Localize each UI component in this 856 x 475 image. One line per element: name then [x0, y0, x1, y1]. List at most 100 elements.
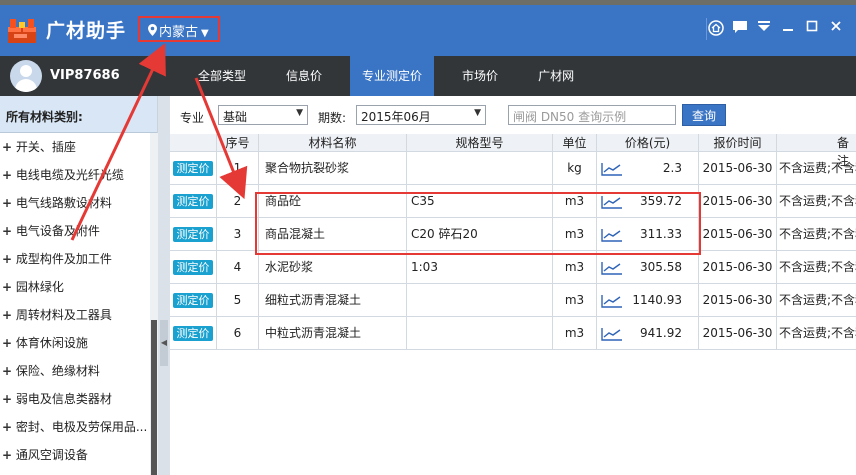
period-select[interactable]: 2015年06月 ▼: [356, 105, 486, 125]
table-row[interactable]: 测定价5细粒式沥青混凝土 m3 1140.93 2015-06-30不含运费;不含税: [170, 284, 856, 317]
sidebar-scrollbar-thumb[interactable]: [151, 320, 157, 475]
maximize-icon[interactable]: [800, 20, 824, 40]
table-row[interactable]: 测定价6中粒式沥青混凝土 m3 941.92 2015-06-30不含运费;不含税: [170, 317, 856, 350]
line-chart-icon[interactable]: [601, 162, 623, 176]
col-spec[interactable]: 规格型号: [406, 134, 552, 152]
sidebar-item[interactable]: + 通风空调设备: [0, 441, 157, 469]
col-price[interactable]: 价格(元): [596, 134, 698, 152]
status-badge[interactable]: 测定价: [173, 161, 213, 176]
sidebar-item-label: 周转材料及工器具: [15, 308, 112, 322]
expand-icon[interactable]: +: [2, 133, 12, 161]
expand-icon[interactable]: +: [2, 329, 12, 357]
title-bar: 广材助手 内蒙古 ▼: [0, 0, 856, 56]
tab-all-types[interactable]: 全部类型: [186, 56, 258, 96]
message-icon[interactable]: [728, 20, 752, 40]
line-chart-icon[interactable]: [601, 261, 623, 275]
spec-model: C20 碎石20: [406, 218, 552, 251]
sidebar-item-label: 园林绿化: [15, 280, 64, 294]
sidebar-item-label: 电气线路敷设材料: [15, 196, 112, 210]
price: 941.92: [596, 317, 698, 350]
badge-cell: 测定价: [170, 284, 216, 317]
status-badge[interactable]: 测定价: [173, 194, 213, 209]
spec-model: [406, 284, 552, 317]
table-row[interactable]: 测定价 3 商品混凝土 C20 碎石20 m3 311.33 2015-06-30 不含运费;…: [170, 218, 856, 251]
expand-icon[interactable]: +: [2, 385, 12, 413]
expand-icon[interactable]: +: [2, 273, 12, 301]
line-chart-icon[interactable]: [601, 195, 623, 209]
col-unit[interactable]: 单位: [552, 134, 596, 152]
expand-icon[interactable]: +: [2, 413, 12, 441]
sidebar-item-label: 弱电及信息类器材: [15, 392, 112, 406]
col-date[interactable]: 报价时间: [698, 134, 776, 152]
table-row[interactable]: 测定价4水泥砂浆1:03m3 305.58 2015-06-30不含运费;不含税: [170, 251, 856, 284]
expand-icon[interactable]: +: [2, 189, 12, 217]
tab-professional-price[interactable]: 专业测定价: [350, 56, 435, 96]
table-header: 序号 材料名称 规格型号 单位 价格(元) 报价时间 备注: [170, 134, 856, 168]
tab-guangcai-web[interactable]: 广材网: [526, 56, 586, 96]
sidebar-item[interactable]: + 体育休闲设施: [0, 329, 157, 357]
region-selector[interactable]: 内蒙古 ▼: [138, 16, 220, 42]
col-note[interactable]: 备注: [776, 134, 856, 168]
sidebar-item[interactable]: + 周转材料及工器具: [0, 301, 157, 329]
price-value: 941.92: [640, 326, 682, 340]
sidebar-item[interactable]: + 园林绿化: [0, 273, 157, 301]
window-controls: [704, 20, 848, 40]
search-button[interactable]: 查询: [682, 104, 726, 126]
material-name: 商品砼: [258, 185, 406, 218]
sidebar-item-label: 密封、电极及劳保用品...: [15, 420, 148, 434]
user-info[interactable]: VIP87686: [10, 60, 160, 92]
search-input[interactable]: 闸阀 DN50 查询示例: [508, 105, 676, 125]
sidebar-item[interactable]: + 开关、插座: [0, 133, 157, 161]
material-name: 水泥砂浆: [258, 251, 406, 284]
line-chart-icon[interactable]: [601, 327, 623, 341]
expand-icon[interactable]: +: [2, 357, 12, 385]
status-badge[interactable]: 测定价: [173, 326, 213, 341]
sidebar-item[interactable]: + 密封、电极及劳保用品...: [0, 413, 157, 441]
tab-market-price[interactable]: 市场价: [450, 56, 510, 96]
period-value: 2015年06月: [361, 110, 431, 124]
note: 不含运费;不含税: [776, 317, 856, 350]
collapse-sidebar-icon[interactable]: ◀: [160, 320, 168, 366]
sidebar-item[interactable]: + 电线电缆及光纤光缆: [0, 161, 157, 189]
price-value: 1140.93: [632, 293, 682, 307]
table-row[interactable]: 测定价1聚合物抗裂砂浆 kg 2.3 2015-06-30不含运费;不含税: [170, 152, 856, 185]
price: 305.58: [596, 251, 698, 284]
chevron-down-icon: ▼: [201, 28, 209, 39]
tab-info-price[interactable]: 信息价: [274, 56, 334, 96]
status-badge[interactable]: 测定价: [173, 293, 213, 308]
material-name: 聚合物抗裂砂浆: [258, 152, 406, 185]
home-icon[interactable]: [704, 20, 728, 40]
badge-cell: 测定价: [170, 317, 216, 350]
table-row[interactable]: 测定价2商品砼C35m3 359.72 2015-06-30不含运费;不含税: [170, 185, 856, 218]
sidebar-header: 所有材料类别:: [0, 96, 157, 133]
sidebar-item[interactable]: + 保险、绝缘材料: [0, 357, 157, 385]
expand-icon[interactable]: +: [2, 161, 12, 189]
menu-dropdown-icon[interactable]: [752, 20, 776, 40]
category-tabs: 全部类型 信息价 专业测定价 市场价 广材网: [186, 56, 602, 96]
line-chart-icon[interactable]: [601, 294, 623, 308]
status-badge[interactable]: 测定价: [173, 227, 213, 242]
material-name: 中粒式沥青混凝土: [258, 317, 406, 350]
sidebar-item[interactable]: + 成型构件及加工件: [0, 245, 157, 273]
expand-icon[interactable]: +: [2, 301, 12, 329]
material-name: 商品混凝土: [258, 218, 406, 251]
avatar[interactable]: [10, 60, 42, 92]
close-icon[interactable]: [824, 20, 848, 40]
quote-date: 2015-06-30: [698, 185, 776, 218]
expand-icon[interactable]: +: [2, 217, 12, 245]
line-chart-icon[interactable]: [601, 228, 623, 242]
sidebar-item[interactable]: + 电气线路敷设材料: [0, 189, 157, 217]
price: 2.3: [596, 152, 698, 185]
status-badge[interactable]: 测定价: [173, 260, 213, 275]
minimize-icon[interactable]: [776, 20, 800, 40]
sidebar-splitter[interactable]: [158, 96, 170, 475]
col-name[interactable]: 材料名称: [258, 134, 406, 152]
sidebar-item[interactable]: + 弱电及信息类器材: [0, 385, 157, 413]
badge-cell: 测定价: [170, 218, 216, 251]
unit: m3: [552, 251, 596, 284]
expand-icon[interactable]: +: [2, 441, 12, 469]
specialty-select[interactable]: 基础 ▼: [218, 105, 308, 125]
col-index[interactable]: 序号: [216, 134, 258, 152]
sidebar-item[interactable]: + 电气设备及附件: [0, 217, 157, 245]
expand-icon[interactable]: +: [2, 245, 12, 273]
